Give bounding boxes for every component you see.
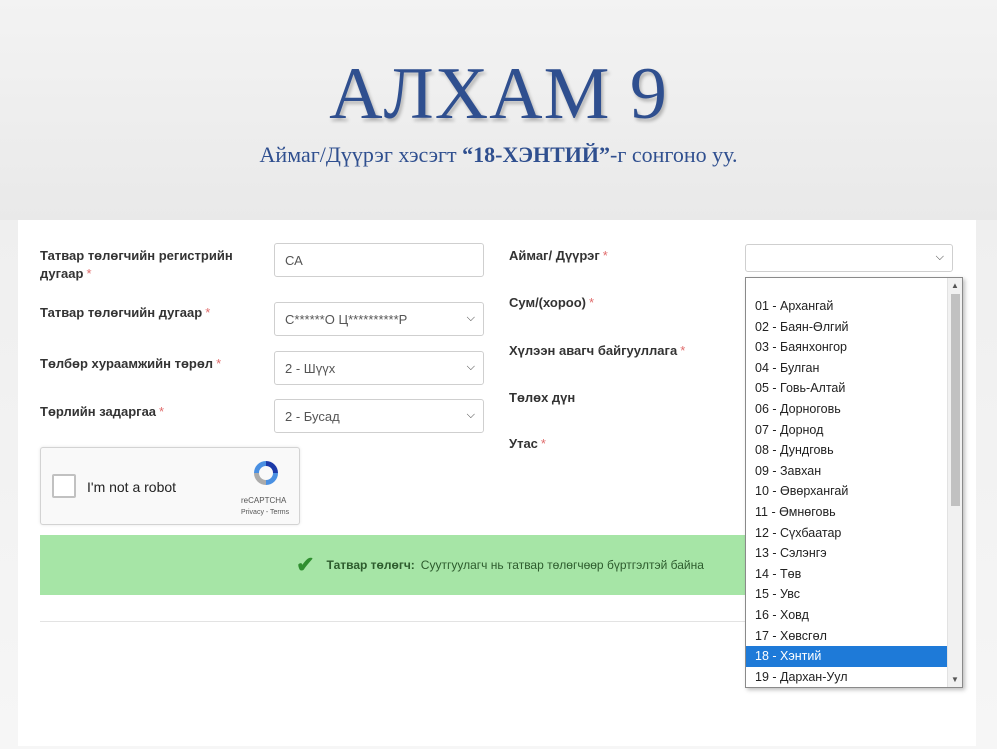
recaptcha-icon: [254, 461, 278, 485]
reg-number-value: СА: [285, 252, 303, 268]
chevron-down-icon: ⌵: [466, 361, 475, 373]
checkmark-icon: ✔: [296, 552, 315, 577]
recaptcha-checkbox[interactable]: [52, 474, 76, 498]
district-dropdown-list[interactable]: 01 - Архангай 02 - Баян-Өлгий 03 - Баянхон…: [745, 277, 963, 688]
required-mark: *: [216, 356, 222, 371]
subtitle-pre: Аймаг/Дүүрэг хэсэгт: [259, 142, 463, 167]
phone-label-text: Утас: [509, 436, 538, 451]
required-mark: *: [602, 248, 608, 263]
org-label-text: Хүлээн авагч байгууллага: [509, 343, 678, 358]
expense-value: 2 - Бусад: [285, 408, 340, 424]
subtitle-post: -г сонгоно уу.: [610, 142, 738, 167]
payment-type-label-text: Төлбөр хураамжийн төрөл: [40, 356, 214, 371]
sum-label-text: Сум/(хороо): [509, 295, 587, 310]
slide-title: АЛХАМ 9: [329, 53, 668, 135]
expense-select[interactable]: 2 - Бусад ⌵: [274, 399, 484, 433]
dropdown-option[interactable]: 14 - Төв: [746, 564, 948, 585]
scroll-down-icon[interactable]: ▼: [951, 675, 959, 684]
required-mark: *: [159, 404, 165, 419]
scroll-up-icon[interactable]: ▲: [951, 281, 959, 290]
phone-label: Утас *: [509, 435, 546, 453]
dropdown-option[interactable]: 12 - Сүхбаатар: [746, 523, 948, 544]
dropdown-option[interactable]: 11 - Өмнөговь: [746, 502, 948, 523]
dropdown-option[interactable]: 01 - Архангай: [746, 296, 948, 317]
amount-label: Төлөх дүн: [509, 390, 576, 405]
expense-label: Төрлийн задаргаа *: [40, 403, 164, 421]
dropdown-options: 01 - Архангай 02 - Баян-Өлгий 03 - Баянхон…: [746, 296, 948, 687]
slide-subtitle: Аймаг/Дүүрэг хэсэгт “18-ХЭНТИЙ”-г сонгон…: [0, 142, 997, 168]
chevron-down-icon: ⌵: [466, 312, 475, 324]
dropdown-option[interactable]: 17 - Хөвсгөл: [746, 626, 948, 647]
dropdown-scrollbar[interactable]: ▲ ▼: [947, 278, 962, 687]
payment-type-label: Төлбөр хураамжийн төрөл *: [40, 355, 221, 373]
dropdown-option[interactable]: 03 - Баянхонгор: [746, 337, 948, 358]
dropdown-option[interactable]: 13 - Сэлэнгэ: [746, 543, 948, 564]
recaptcha-links[interactable]: Privacy - Terms: [241, 509, 289, 516]
required-mark: *: [680, 343, 686, 358]
dropdown-option[interactable]: 02 - Баян-Өлгий: [746, 317, 948, 338]
reg-label: Татвар төлөгчийн регистрийн дугаар *: [40, 247, 250, 283]
expense-label-text: Төрлийн задаргаа: [40, 404, 157, 419]
taxpayer-select[interactable]: С******О Ц**********Р ⌵: [274, 302, 484, 336]
required-mark: *: [205, 305, 211, 320]
chevron-down-icon: ⌵: [466, 409, 475, 421]
status-message: Суутгуулагч нь татвар төлөгчөөр бүртгэлт…: [420, 558, 704, 572]
district-label: Аймаг/ Дүүрэг *: [509, 247, 608, 265]
dropdown-option[interactable]: 15 - Увс: [746, 584, 948, 605]
recaptcha-brand: reCAPTCHA: [241, 496, 287, 505]
taxpayer-label: Татвар төлөгчийн дугаар *: [40, 304, 210, 322]
status-key: Татвар төлөгч:: [326, 558, 415, 572]
dropdown-option[interactable]: 07 - Дорнод: [746, 420, 948, 441]
dropdown-option[interactable]: 18 - Хэнтий: [746, 646, 948, 667]
dropdown-option[interactable]: 04 - Булган: [746, 358, 948, 379]
required-mark: *: [540, 436, 546, 451]
district-label-text: Аймаг/ Дүүрэг: [509, 248, 600, 263]
org-label: Хүлээн авагч байгууллага *: [509, 342, 685, 360]
subtitle-bold: “18-ХЭНТИЙ”: [462, 142, 611, 167]
reg-number-input[interactable]: СА: [274, 243, 484, 277]
payment-type-value: 2 - Шүүх: [285, 360, 336, 376]
recaptcha-widget: I'm not a robot reCAPTCHA Privacy - Term…: [40, 447, 300, 525]
taxpayer-value: С******О Ц**********Р: [285, 311, 408, 327]
dropdown-option[interactable]: 08 - Дундговь: [746, 440, 948, 461]
required-mark: *: [589, 295, 595, 310]
payment-type-select[interactable]: 2 - Шүүх ⌵: [274, 351, 484, 385]
dropdown-option[interactable]: 19 - Дархан-Уул: [746, 667, 948, 688]
required-mark: *: [86, 266, 92, 281]
district-select[interactable]: ⌵: [745, 244, 953, 272]
dropdown-option[interactable]: 09 - Завхан: [746, 461, 948, 482]
sum-label: Сум/(хороо) *: [509, 294, 594, 312]
dropdown-option[interactable]: 10 - Өвөрхангай: [746, 481, 948, 502]
recaptcha-label: I'm not a robot: [87, 479, 177, 495]
reg-label-text: Татвар төлөгчийн регистрийн дугаар: [40, 248, 233, 281]
dropdown-option[interactable]: 06 - Дорноговь: [746, 399, 948, 420]
dropdown-option[interactable]: 16 - Ховд: [746, 605, 948, 626]
chevron-down-icon: ⌵: [935, 251, 944, 263]
taxpayer-label-text: Татвар төлөгчийн дугаар: [40, 305, 203, 320]
scrollbar-thumb[interactable]: [951, 294, 960, 506]
dropdown-option[interactable]: 05 - Говь-Алтай: [746, 378, 948, 399]
